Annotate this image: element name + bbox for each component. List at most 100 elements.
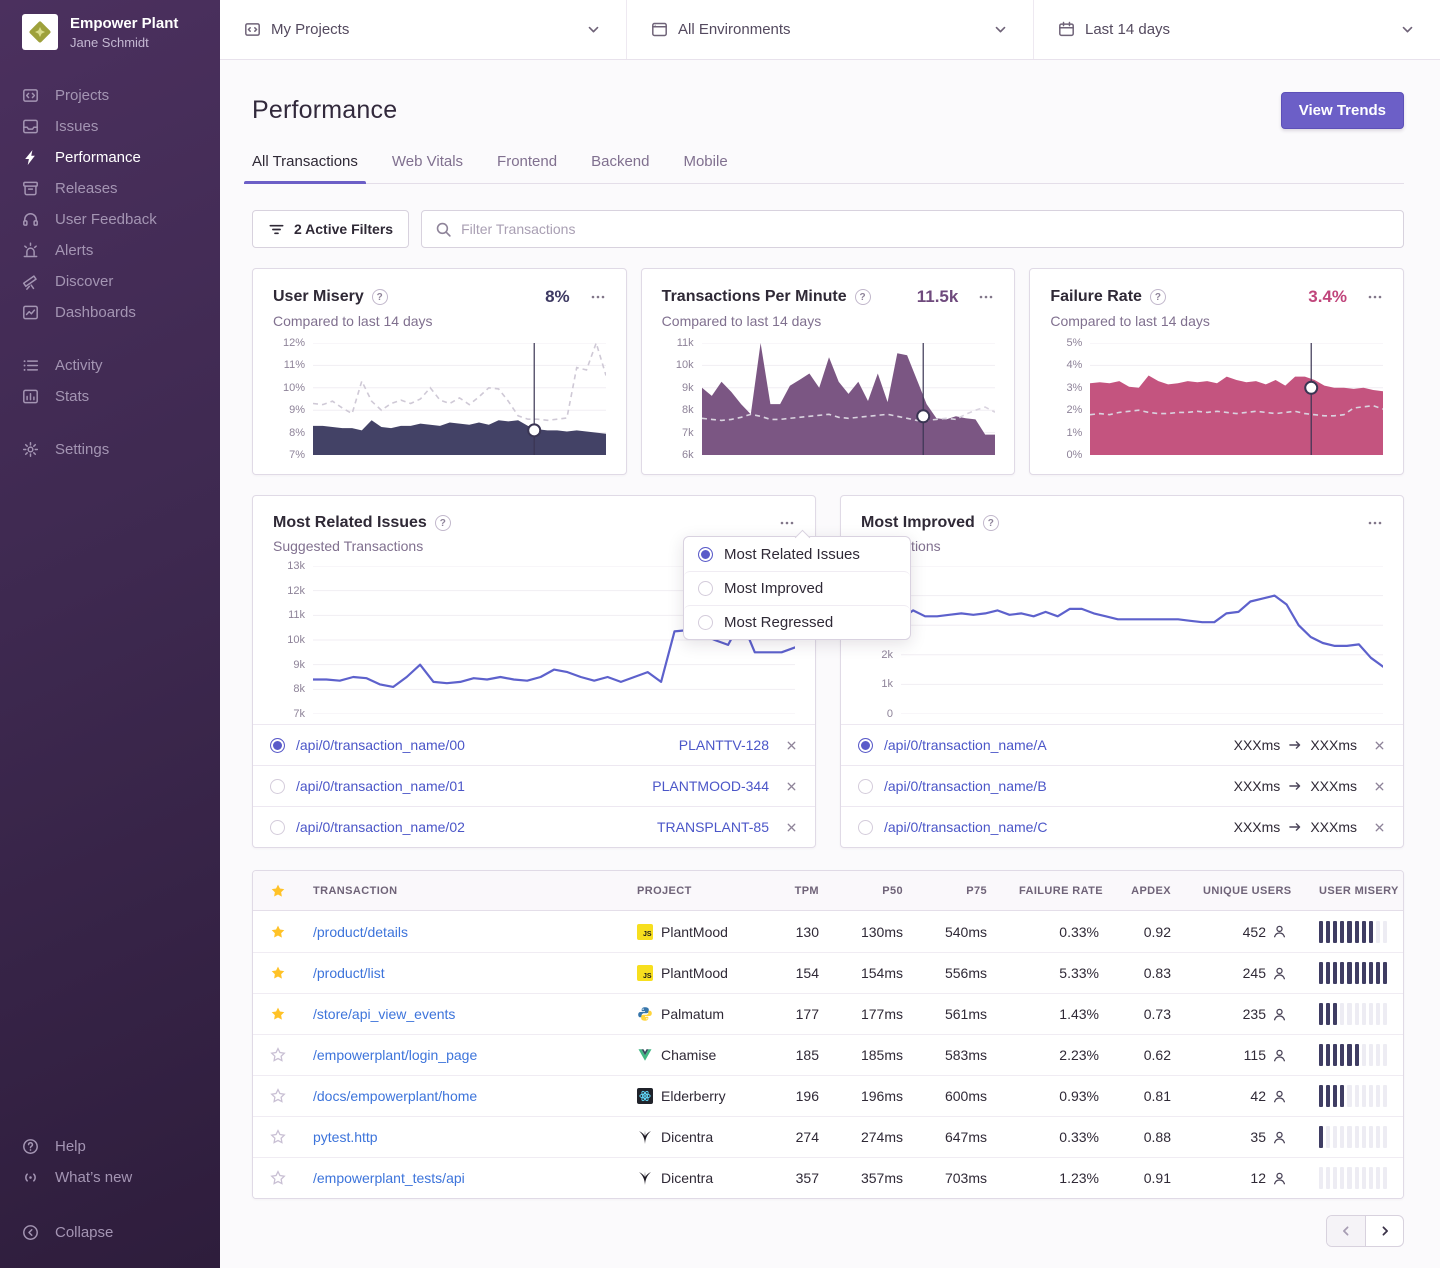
close-icon[interactable] (1373, 739, 1386, 752)
star-filled-icon[interactable] (270, 965, 286, 981)
tab-mobile[interactable]: Mobile (683, 153, 727, 183)
transaction-link[interactable]: /product/list (313, 965, 385, 981)
tab-web-vitals[interactable]: Web Vitals (392, 153, 463, 183)
sidebar-item-performance[interactable]: Performance (22, 142, 198, 173)
question-circle-icon[interactable]: ? (372, 289, 388, 305)
column-header-project[interactable]: PROJECT (621, 885, 771, 897)
column-header-p75[interactable]: P75 (919, 885, 1003, 897)
radio-unselected[interactable] (858, 779, 873, 794)
radio-unselected[interactable] (698, 615, 713, 630)
question-circle-icon[interactable]: ? (983, 515, 999, 531)
radio-unselected[interactable] (270, 820, 285, 835)
radio-unselected[interactable] (270, 779, 285, 794)
user-icon (1272, 1089, 1287, 1104)
transaction-link[interactable]: /api/0/transaction_name/A (884, 737, 1047, 753)
radio-unselected[interactable] (698, 581, 713, 596)
menu-option-most-regressed[interactable]: Most Regressed (684, 605, 910, 639)
widget-list-item: /api/0/transaction_name/01 PLANTMOOD-344 (253, 765, 815, 806)
search-input[interactable] (461, 221, 1390, 237)
transaction-link[interactable]: /empowerplant_tests/api (313, 1170, 465, 1186)
activity-icon (22, 357, 39, 374)
project-filter-dropdown[interactable]: My Projects (220, 0, 627, 59)
transaction-link[interactable]: /api/0/transaction_name/B (884, 778, 1047, 794)
transaction-link[interactable]: pytest.http (313, 1129, 378, 1145)
star-filled-icon[interactable] (270, 1006, 286, 1022)
tab-frontend[interactable]: Frontend (497, 153, 557, 183)
star-outline-icon[interactable] (270, 1047, 286, 1063)
sidebar-collapse[interactable]: Collapse (22, 1217, 198, 1248)
active-filters-button[interactable]: 2 Active Filters (252, 210, 409, 248)
p75-value: 540ms (919, 924, 1003, 940)
project-name: Dicentra (661, 1170, 713, 1186)
environment-filter-dropdown[interactable]: All Environments (627, 0, 1034, 59)
sidebar-item-alerts[interactable]: Alerts (22, 235, 198, 266)
org-switcher[interactable]: Empower Plant Jane Schmidt (0, 14, 220, 50)
sidebar-item-what-s-new[interactable]: What’s new (22, 1162, 198, 1193)
next-page-button[interactable] (1365, 1216, 1403, 1246)
sidebar-item-help[interactable]: Help (22, 1131, 198, 1162)
sidebar-item-issues[interactable]: Issues (22, 111, 198, 142)
sidebar-item-settings[interactable]: Settings (22, 434, 198, 465)
card-options-button[interactable] (978, 289, 994, 305)
transaction-link[interactable]: /api/0/transaction_name/01 (296, 778, 465, 794)
card-options-button[interactable] (1367, 289, 1383, 305)
star-outline-icon[interactable] (270, 1088, 286, 1104)
transaction-link[interactable]: /docs/empowerplant/home (313, 1088, 477, 1104)
star-outline-icon[interactable] (270, 1129, 286, 1145)
prev-page-button[interactable] (1327, 1216, 1365, 1246)
table-row: /docs/empowerplant/homeElderberry196196m… (253, 1075, 1403, 1116)
radio-selected[interactable] (698, 547, 713, 562)
card-options-button[interactable] (590, 289, 606, 305)
issue-link[interactable]: TRANSPLANT-85 (657, 819, 769, 835)
menu-option-most-improved[interactable]: Most Improved (684, 571, 910, 605)
question-circle-icon[interactable]: ? (855, 289, 871, 305)
sidebar-item-dashboards[interactable]: Dashboards (22, 297, 198, 328)
transaction-link[interactable]: /api/0/transaction_name/02 (296, 819, 465, 835)
transaction-link[interactable]: /store/api_view_events (313, 1006, 455, 1022)
close-icon[interactable] (1373, 780, 1386, 793)
column-header-tpm[interactable]: TPM (771, 885, 835, 897)
column-header-apdex[interactable]: APDEX (1115, 885, 1187, 897)
radio-unselected[interactable] (858, 820, 873, 835)
transaction-link[interactable]: /api/0/transaction_name/00 (296, 737, 465, 753)
card-subtitle: Transactions (861, 538, 1383, 554)
column-header-user-misery[interactable]: USER MISERY (1303, 885, 1403, 897)
card-options-button[interactable] (779, 515, 795, 531)
tab-backend[interactable]: Backend (591, 153, 649, 183)
column-header-unique-users[interactable]: UNIQUE USERS (1187, 885, 1303, 897)
issue-link[interactable]: PLANTTV-128 (679, 737, 769, 753)
y-tick-label: 8k (682, 404, 694, 416)
sidebar-item-discover[interactable]: Discover (22, 266, 198, 297)
question-circle-icon[interactable]: ? (435, 515, 451, 531)
close-icon[interactable] (785, 780, 798, 793)
date-filter-dropdown[interactable]: Last 14 days (1034, 0, 1440, 59)
issue-link[interactable]: PLANTMOOD-344 (652, 778, 769, 794)
sidebar-item-stats[interactable]: Stats (22, 381, 198, 412)
question-circle-icon[interactable]: ? (1150, 289, 1166, 305)
sidebar-item-user-feedback[interactable]: User Feedback (22, 204, 198, 235)
close-icon[interactable] (785, 821, 798, 834)
react-platform-icon (637, 1088, 653, 1104)
transaction-link[interactable]: /empowerplant/login_page (313, 1047, 477, 1063)
radio-selected[interactable] (858, 738, 873, 753)
radio-selected[interactable] (270, 738, 285, 753)
transaction-link[interactable]: /product/details (313, 924, 408, 940)
transaction-link[interactable]: /api/0/transaction_name/C (884, 819, 1047, 835)
view-trends-button[interactable]: View Trends (1281, 92, 1404, 129)
close-icon[interactable] (1373, 821, 1386, 834)
close-icon[interactable] (785, 739, 798, 752)
column-header-transaction[interactable]: TRANSACTION (297, 885, 621, 897)
p75-value: 583ms (919, 1047, 1003, 1063)
tab-all-transactions[interactable]: All Transactions (252, 153, 358, 183)
column-header-p50[interactable]: P50 (835, 885, 919, 897)
column-header-failure-rate[interactable]: FAILURE RATE (1003, 885, 1115, 897)
sidebar-item-releases[interactable]: Releases (22, 173, 198, 204)
star-filled-icon[interactable] (270, 924, 286, 940)
card-options-button[interactable] (1367, 515, 1383, 531)
star-filled-icon[interactable] (270, 883, 286, 899)
sidebar-item-projects[interactable]: Projects (22, 80, 198, 111)
star-outline-icon[interactable] (270, 1170, 286, 1186)
menu-option-most-related-issues[interactable]: Most Related Issues (684, 537, 910, 571)
sidebar-item-activity[interactable]: Activity (22, 350, 198, 381)
apdex-value: 0.73 (1115, 1006, 1187, 1022)
